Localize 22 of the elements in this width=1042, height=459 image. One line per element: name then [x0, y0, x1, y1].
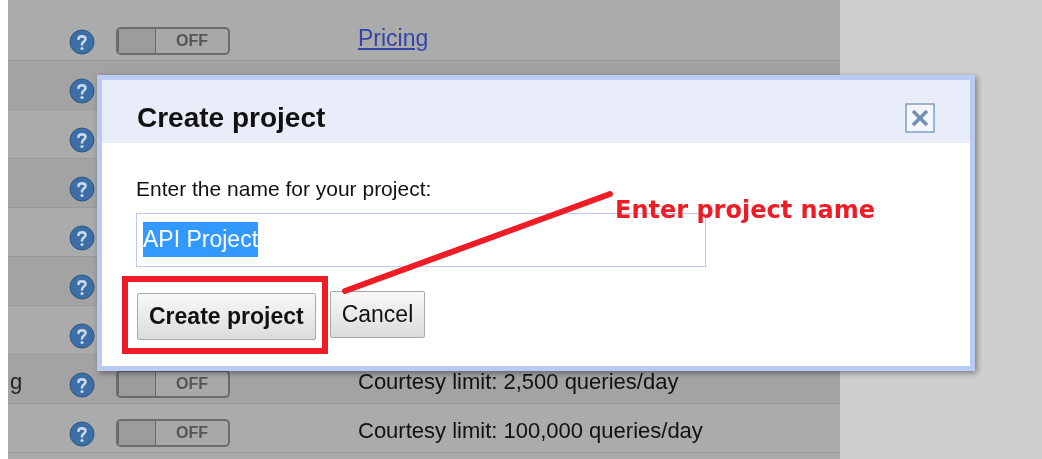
close-icon[interactable] — [905, 102, 935, 133]
help-icon[interactable] — [69, 78, 95, 104]
toggle-switch[interactable]: OFF — [116, 419, 230, 447]
toggle-switch[interactable]: OFF — [116, 27, 230, 55]
help-icon[interactable] — [69, 127, 95, 153]
table-cell-text: Courtesy limit: 100,000 queries/day — [358, 417, 703, 445]
help-icon[interactable] — [69, 421, 95, 447]
help-icon[interactable] — [69, 176, 95, 202]
help-icon[interactable] — [69, 29, 95, 55]
pricing-link[interactable]: Pricing — [358, 20, 429, 55]
table-cell-text: Courtesy limit: 2,500 queries/day — [358, 368, 679, 396]
create-project-button[interactable]: Create project — [137, 292, 316, 340]
help-icon[interactable] — [69, 372, 95, 398]
help-icon[interactable] — [69, 323, 95, 349]
row-name: g — [10, 369, 23, 394]
toggle-switch[interactable]: OFF — [116, 370, 230, 398]
dialog-title: Create project — [137, 100, 326, 135]
help-icon[interactable] — [69, 274, 95, 300]
field-label: Enter the name for your project: — [136, 176, 432, 202]
field-value: API Project — [143, 222, 259, 257]
cancel-button[interactable]: Cancel — [329, 291, 426, 338]
help-icon[interactable] — [69, 225, 95, 251]
